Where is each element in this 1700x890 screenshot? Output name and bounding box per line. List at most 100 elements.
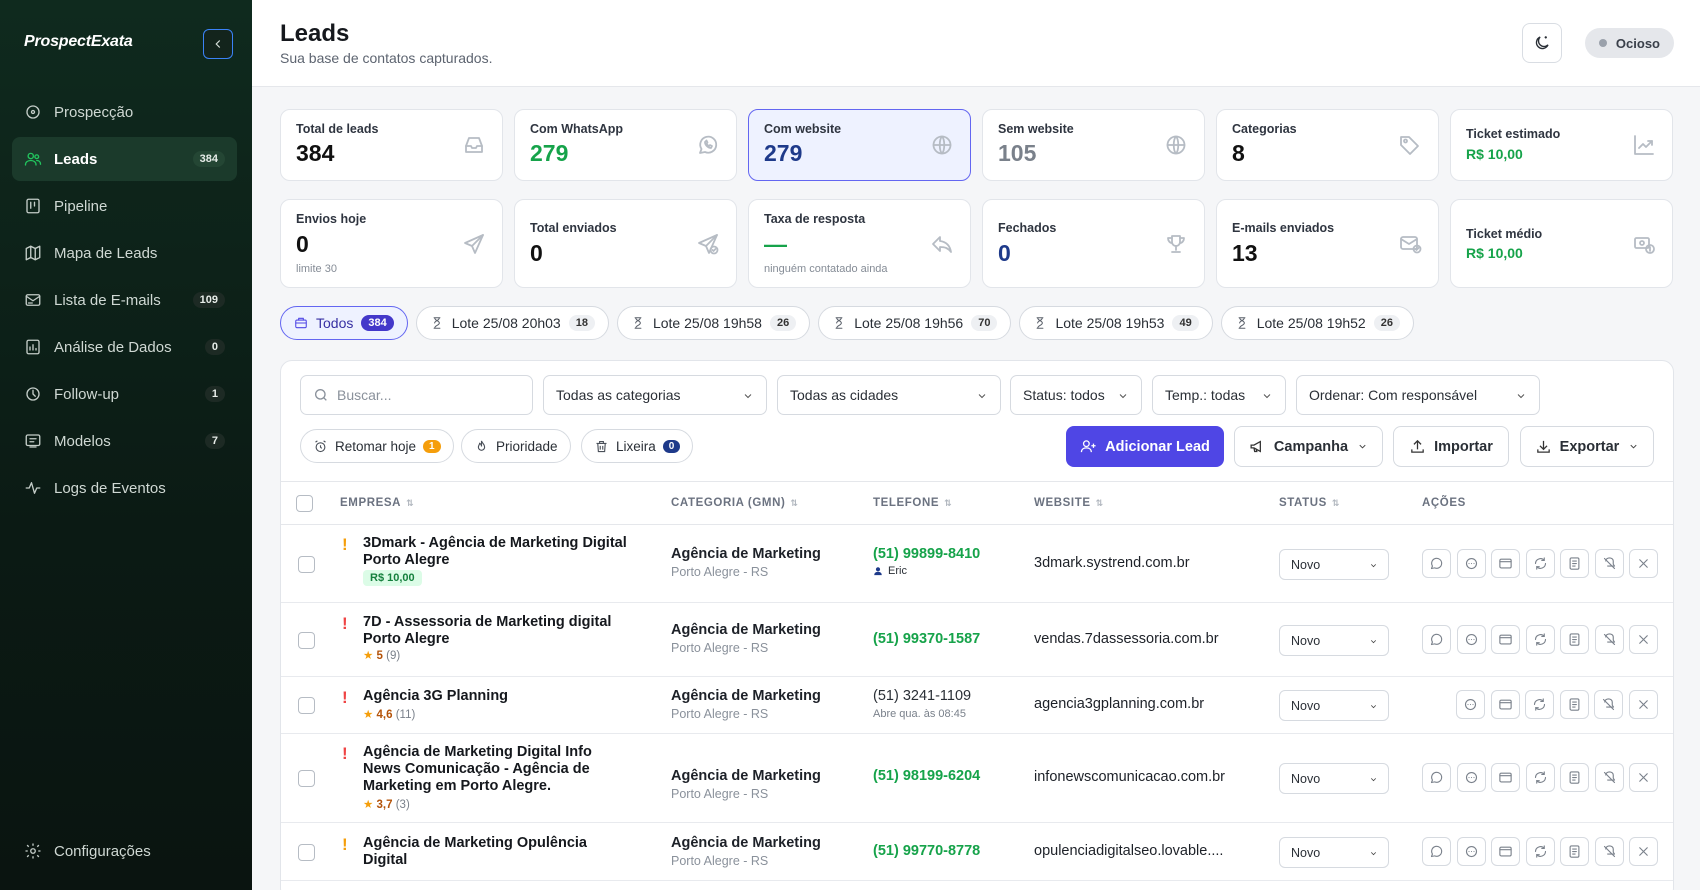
status-select[interactable]: Novo [1279,625,1389,656]
retomar-hoje-filter[interactable]: Retomar hoje 1 [300,429,454,463]
notes-action-button[interactable] [1560,549,1589,578]
mute-action-button[interactable] [1594,549,1624,578]
lead-phone[interactable]: (51) 99899-8410 [873,546,980,562]
prioridade-filter[interactable]: Prioridade [461,429,571,463]
stat-card[interactable]: Com WhatsApp 279 [514,109,737,181]
temperature-select[interactable]: Temp.: todas [1152,375,1286,415]
lead-phone[interactable]: (51) 99770-8778 [873,843,980,859]
email-action-button[interactable] [1491,549,1520,578]
mute-action-button[interactable] [1594,763,1624,792]
lead-phone[interactable]: (51) 3241-1109 [873,688,971,704]
column-header-telefone[interactable]: TELEFONE ⇅ [873,497,952,509]
campaign-button[interactable]: Campanha [1234,426,1383,467]
table-row[interactable]: ! 7D - Assessoria de Marketing digital Po… [281,603,1673,677]
batch-chip[interactable]: Lote 25/08 20h03 18 [415,306,609,340]
row-checkbox[interactable] [298,844,315,861]
status-select[interactable]: Novo [1279,763,1389,794]
city-select[interactable]: Todas as cidades [777,375,1001,415]
notes-action-button[interactable] [1560,837,1589,866]
batch-chip[interactable]: Lote 25/08 19h58 26 [616,306,811,340]
delete-action-button[interactable] [1629,763,1658,792]
batch-chip[interactable]: Lote 25/08 19h53 49 [1019,306,1213,340]
sidebar-item-modelos[interactable]: Modelos 7 [12,419,237,463]
lead-website[interactable]: opulenciadigitalseo.lovable.... [1034,843,1223,859]
message-action-button[interactable] [1456,837,1486,866]
select-all-checkbox[interactable] [296,495,313,512]
column-header-categoria[interactable]: CATEGORIA (GMN) ⇅ [671,497,799,509]
sidebar-item-analise-de-dados[interactable]: Análise de Dados 0 [12,325,237,369]
email-action-button[interactable] [1491,837,1520,866]
mute-action-button[interactable] [1594,690,1623,719]
whatsapp-action-button[interactable] [1422,549,1451,578]
mute-action-button[interactable] [1594,625,1624,654]
app-logo[interactable]: ProspectExata [24,33,133,51]
delete-action-button[interactable] [1629,625,1658,654]
import-button[interactable]: Importar [1393,426,1509,467]
refresh-action-button[interactable] [1525,837,1555,866]
batch-chip[interactable]: Lote 25/08 19h56 70 [818,306,1012,340]
whatsapp-action-button[interactable] [1422,625,1451,654]
batch-chip-all[interactable]: Todos 384 [280,306,408,340]
column-header-empresa[interactable]: EMPRESA ⇅ [340,497,414,509]
row-checkbox[interactable] [298,697,315,714]
category-select[interactable]: Todas as categorias [543,375,767,415]
delete-action-button[interactable] [1628,690,1658,719]
lead-name[interactable]: Agência de Marketing Digital Info News C… [363,744,633,795]
row-checkbox[interactable] [298,632,315,649]
whatsapp-action-button[interactable] [1422,763,1451,792]
sidebar-item-lista-de-e-mails[interactable]: Lista de E-mails 109 [12,278,237,322]
message-action-button[interactable] [1456,625,1486,654]
sidebar-item-pipeline[interactable]: Pipeline [12,184,237,228]
notes-action-button[interactable] [1559,690,1589,719]
lead-website[interactable]: vendas.7dassessoria.com.br [1034,631,1219,647]
column-header-website[interactable]: WEBSITE ⇅ [1034,497,1104,509]
email-action-button[interactable] [1491,763,1520,792]
sidebar-item-logs-de-eventos[interactable]: Logs de Eventos [12,466,237,510]
table-row[interactable]: ! Agência de Marketing Digital Info News … [281,734,1673,823]
message-action-button[interactable] [1456,763,1486,792]
message-action-button[interactable] [1456,549,1486,578]
table-row[interactable]: ! 3Dmark - Agência de Marketing Digital P… [281,525,1673,603]
email-action-button[interactable] [1491,625,1520,654]
mute-action-button[interactable] [1594,837,1624,866]
delete-action-button[interactable] [1629,837,1658,866]
table-row[interactable]: ! Agência de Marketing Opulência Digital A… [281,823,1673,881]
sidebar-item-leads[interactable]: Leads 384 [12,137,237,181]
whatsapp-action-button[interactable] [1422,837,1451,866]
notes-action-button[interactable] [1560,625,1589,654]
column-header-status[interactable]: STATUS ⇅ [1279,497,1340,509]
table-row[interactable]: ! Agência 3G Planning ★ 4,6 (11) Agência … [281,677,1673,734]
status-select[interactable]: Novo [1279,549,1389,580]
batch-chip[interactable]: Lote 25/08 19h52 26 [1220,306,1414,340]
stat-card[interactable]: Com website 279 [748,109,971,181]
theme-toggle-button[interactable] [1522,23,1562,63]
lead-name[interactable]: Agência de Marketing Opulência Digital [363,835,633,869]
sidebar-item-prospeccao[interactable]: Prospecção [12,90,237,134]
notes-action-button[interactable] [1560,763,1589,792]
lead-website[interactable]: agencia3gplanning.com.br [1034,696,1204,712]
email-action-button[interactable] [1490,690,1520,719]
add-lead-button[interactable]: Adicionar Lead [1066,426,1224,467]
lixeira-filter[interactable]: Lixeira 0 [581,429,694,463]
search-input[interactable]: Buscar... [300,375,533,415]
status-select[interactable]: Status: todos [1010,375,1142,415]
status-select[interactable]: Novo [1279,690,1389,721]
lead-name[interactable]: 7D - Assessoria de Marketing digital Por… [363,614,633,648]
lead-website[interactable]: infonewscomunicacao.com.br [1034,769,1225,785]
status-select[interactable]: Novo [1279,837,1389,868]
order-select[interactable]: Ordenar: Com responsável [1296,375,1540,415]
collapse-sidebar-button[interactable] [203,29,233,59]
lead-phone[interactable]: (51) 99370-1587 [873,631,980,647]
export-button[interactable]: Exportar [1520,426,1654,467]
lead-website[interactable]: 3dmark.systrend.com.br [1034,555,1190,571]
lead-name[interactable]: Agência 3G Planning [363,688,633,705]
lead-name[interactable]: 3Dmark - Agência de Marketing Digital Po… [363,535,633,569]
row-checkbox[interactable] [298,770,315,787]
refresh-action-button[interactable] [1525,625,1555,654]
sidebar-item-follow-up[interactable]: Follow-up 1 [12,372,237,416]
refresh-action-button[interactable] [1525,763,1555,792]
lead-phone[interactable]: (51) 98199-6204 [873,768,980,784]
stat-card[interactable]: Sem website 105 [982,109,1205,181]
refresh-action-button[interactable] [1525,690,1554,719]
message-action-button[interactable] [1456,690,1485,719]
